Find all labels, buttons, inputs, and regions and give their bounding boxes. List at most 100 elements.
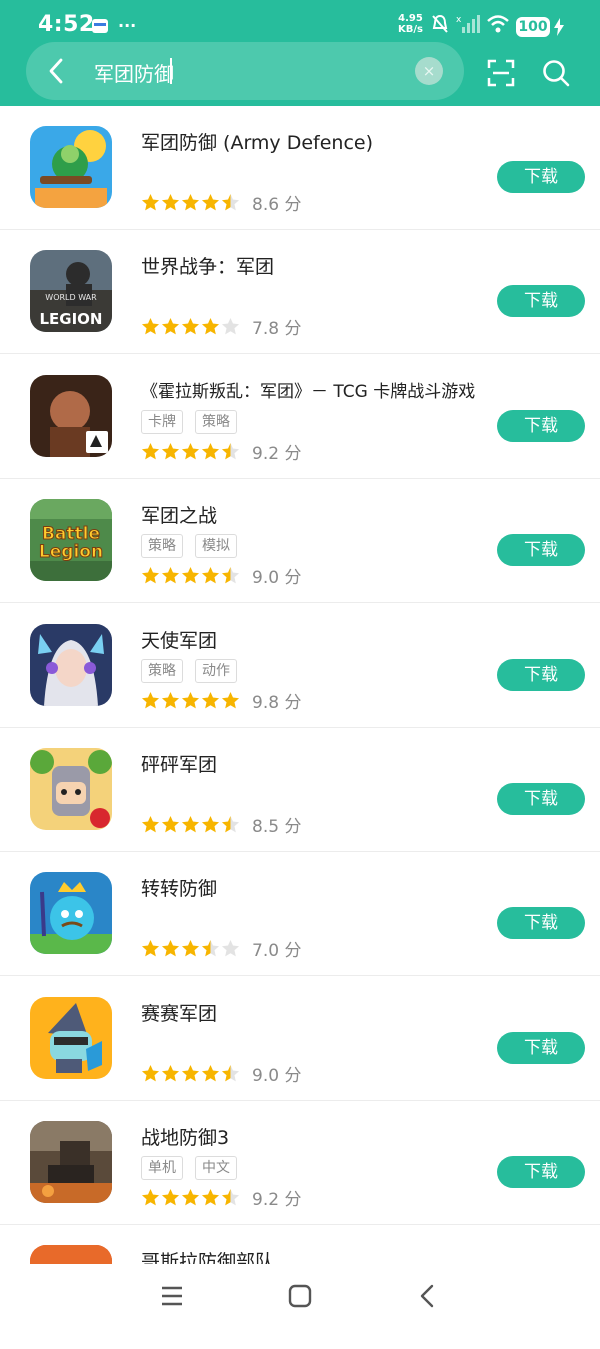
star-rating <box>141 1064 240 1083</box>
charging-icon <box>554 18 564 40</box>
app-tag: 策略 <box>141 534 183 558</box>
search-box[interactable] <box>26 42 464 100</box>
download-button[interactable]: 下载 <box>497 285 585 317</box>
app-icon[interactable] <box>30 375 112 457</box>
app-row[interactable]: 《霍拉斯叛乱：军团》－ TCG 卡牌战斗游戏 卡牌 策略 9.2 分 下载 <box>0 355 600 479</box>
app-icon[interactable]: WORLD WAR LEGION <box>30 250 112 332</box>
star-half-icon <box>221 1064 240 1082</box>
star-rating <box>141 566 240 585</box>
download-button[interactable]: 下载 <box>497 783 585 815</box>
status-time: 4:52 <box>38 12 95 37</box>
app-icon[interactable] <box>30 126 112 208</box>
star-full-icon <box>141 1188 160 1206</box>
star-half-icon <box>201 939 220 957</box>
app-icon[interactable]: Battle Legion <box>30 499 112 581</box>
network-speed: 4.95 KB/s <box>398 13 423 35</box>
star-half-icon <box>221 442 240 460</box>
search-input[interactable]: 军团防御 <box>94 58 174 87</box>
app-rating: 7.8 分 <box>141 314 301 339</box>
star-full-icon <box>201 193 220 211</box>
app-row[interactable]: 砰砰军团 8.5 分 下载 <box>0 728 600 852</box>
app-score: 8.6 分 <box>252 195 302 215</box>
star-full-icon <box>161 193 180 211</box>
star-rating <box>141 1188 240 1207</box>
star-rating <box>141 442 240 461</box>
app-rating: 9.2 分 <box>141 439 301 464</box>
search-icon[interactable] <box>542 59 570 91</box>
download-button[interactable]: 下载 <box>497 410 585 442</box>
download-button[interactable]: 下载 <box>497 534 585 566</box>
app-row[interactable]: Battle Legion 军团之战 策略 模拟 9.0 分 下载 <box>0 479 600 603</box>
app-name[interactable]: 军团之战 <box>141 501 217 528</box>
star-full-icon <box>201 691 220 709</box>
star-full-icon <box>181 691 200 709</box>
app-name[interactable]: 世界战争：军团 <box>141 252 274 279</box>
app-tag: 卡牌 <box>141 410 183 434</box>
download-button[interactable]: 下载 <box>497 1032 585 1064</box>
app-row[interactable]: 天使军团 策略 动作 9.8 分 下载 <box>0 604 600 728</box>
app-rating: 9.0 分 <box>141 563 301 588</box>
star-full-icon <box>161 442 180 460</box>
app-score: 9.0 分 <box>252 1066 302 1086</box>
star-full-icon <box>141 566 160 584</box>
back-arrow-icon[interactable] <box>46 57 68 89</box>
scan-icon[interactable] <box>487 59 515 91</box>
app-row[interactable]: 军团防御 (Army Defence) 8.6 分 下载 <box>0 106 600 230</box>
star-full-icon <box>141 317 160 335</box>
clear-search-button[interactable]: × <box>415 57 443 85</box>
app-tag: 策略 <box>195 410 237 434</box>
star-full-icon <box>161 691 180 709</box>
notification-app-icon <box>91 18 109 38</box>
menu-icon[interactable] <box>160 1284 184 1312</box>
star-rating <box>141 939 240 958</box>
more-notifications-icon: ··· <box>118 16 137 35</box>
star-full-icon <box>181 1188 200 1206</box>
app-name[interactable]: 砰砰军团 <box>141 750 217 777</box>
app-icon[interactable] <box>30 748 112 830</box>
download-button[interactable]: 下载 <box>497 1156 585 1188</box>
app-rating: 7.0 分 <box>141 936 301 961</box>
app-tag: 中文 <box>195 1156 237 1180</box>
mute-icon <box>430 14 450 38</box>
app-row[interactable]: 转转防御 7.0 分 下载 <box>0 852 600 976</box>
download-button[interactable]: 下载 <box>497 907 585 939</box>
app-row[interactable]: WORLD WAR LEGION 世界战争：军团 7.8 分 下载 <box>0 230 600 354</box>
star-full-icon <box>141 442 160 460</box>
app-score: 9.8 分 <box>252 693 302 713</box>
star-full-icon <box>201 566 220 584</box>
home-icon[interactable] <box>288 1284 312 1312</box>
download-button[interactable]: 下载 <box>497 161 585 193</box>
status-bar: 4:52 ··· 4.95 KB/s x 100 <box>0 0 600 46</box>
app-name[interactable]: 战地防御3 <box>141 1123 229 1150</box>
star-full-icon <box>181 193 200 211</box>
app-tag: 动作 <box>195 659 237 683</box>
app-icon[interactable] <box>30 997 112 1079</box>
app-rating: 8.6 分 <box>141 190 301 215</box>
app-icon[interactable] <box>30 624 112 706</box>
star-full-icon <box>161 939 180 957</box>
app-name[interactable]: 转转防御 <box>141 874 217 901</box>
app-row[interactable]: 赛赛军团 9.0 分 下载 <box>0 977 600 1101</box>
app-icon[interactable] <box>30 872 112 954</box>
app-score: 9.0 分 <box>252 568 302 588</box>
app-name[interactable]: 天使军团 <box>141 626 217 653</box>
app-name[interactable]: 《霍拉斯叛乱：军团》－ TCG 卡牌战斗游戏 <box>141 377 475 402</box>
app-icon[interactable] <box>30 1121 112 1203</box>
app-name[interactable]: 军团防御 (Army Defence) <box>141 128 373 155</box>
download-button[interactable]: 下载 <box>497 659 585 691</box>
star-full-icon <box>181 442 200 460</box>
star-full-icon <box>141 193 160 211</box>
app-name[interactable]: 赛赛军团 <box>141 999 217 1026</box>
star-full-icon <box>161 566 180 584</box>
icon-text: WORLD WAR <box>45 293 97 302</box>
header-bar: 4:52 ··· 4.95 KB/s x 100 军团防御 × <box>0 0 600 106</box>
app-tags: 单机 中文 <box>141 1156 237 1180</box>
nav-back-icon[interactable] <box>418 1284 438 1312</box>
star-full-icon <box>161 815 180 833</box>
app-row[interactable]: 战地防御3 单机 中文 9.2 分 下载 <box>0 1101 600 1225</box>
signal-icon: x <box>456 14 480 38</box>
star-full-icon <box>141 815 160 833</box>
star-full-icon <box>201 442 220 460</box>
svg-text:x: x <box>456 15 462 25</box>
app-tags: 策略 动作 <box>141 659 237 683</box>
